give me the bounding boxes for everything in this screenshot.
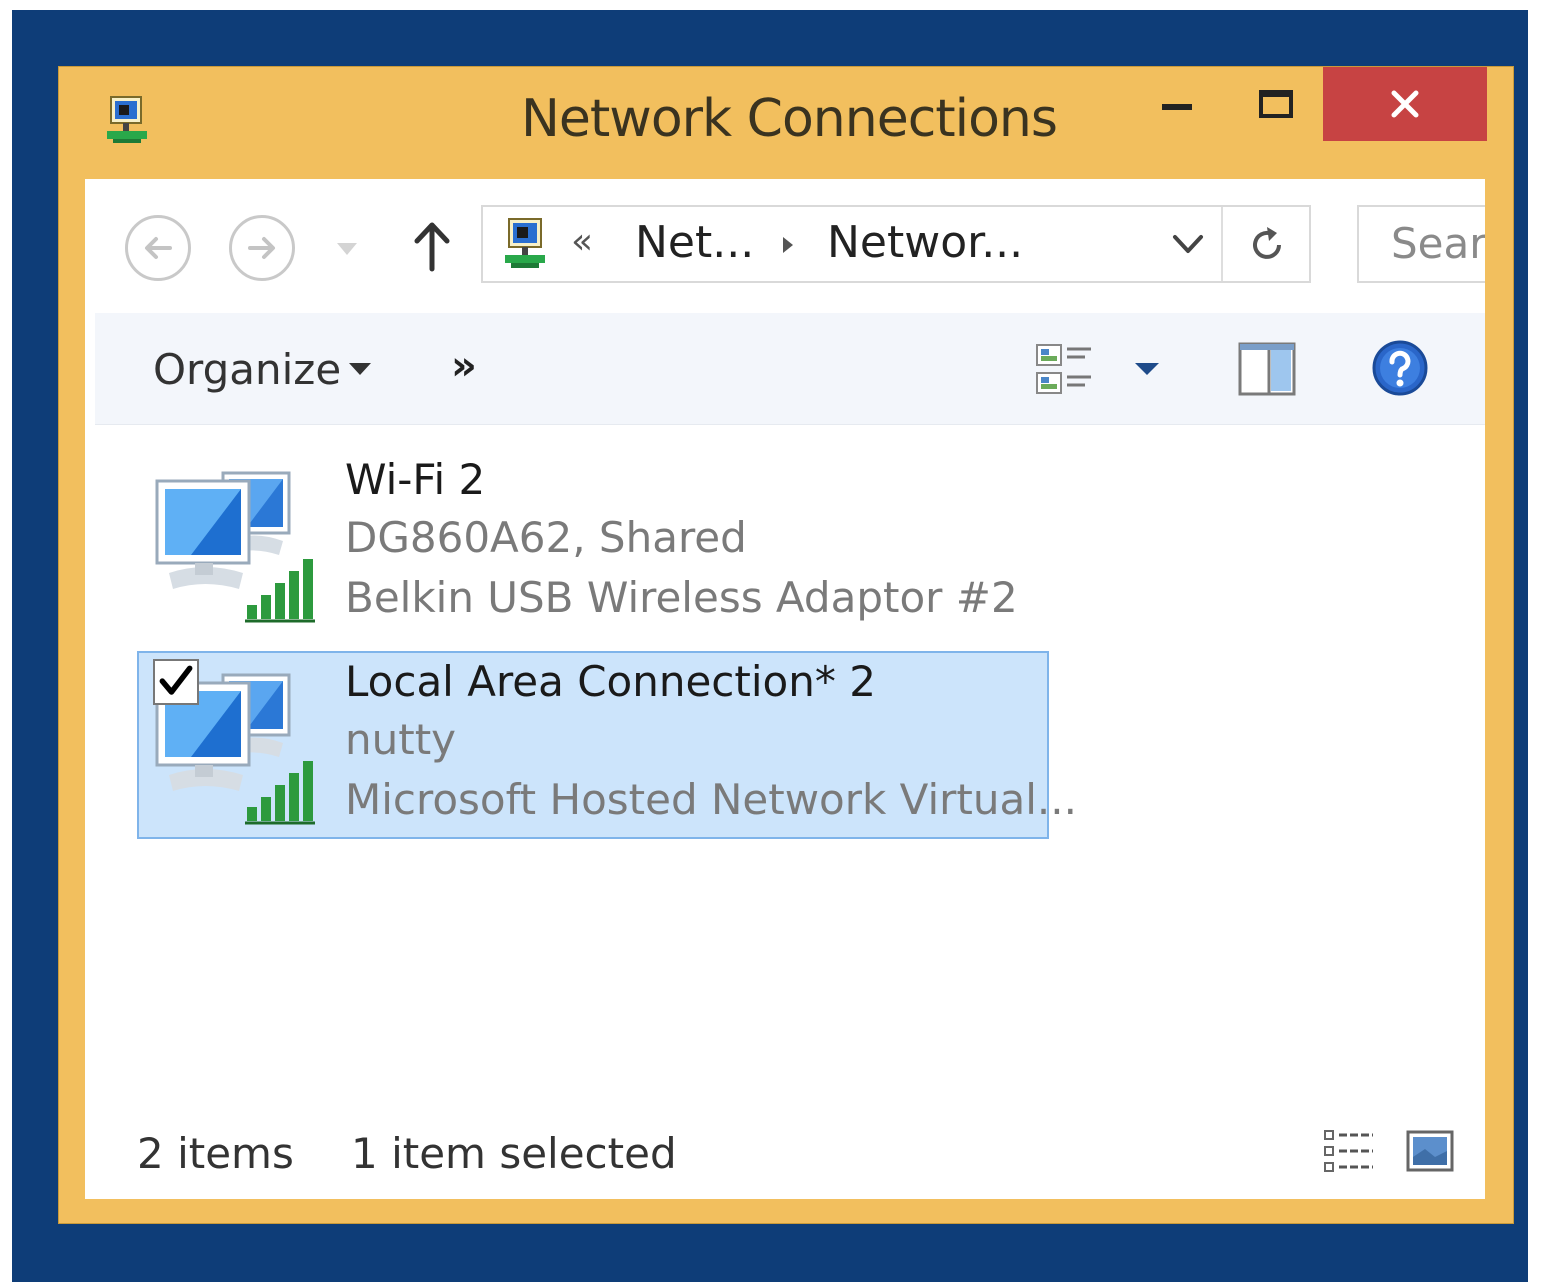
close-button[interactable] (1323, 67, 1487, 141)
connection-item-local-area-connection-2[interactable]: Local Area Connection* 2 nutty Microsoft… (137, 651, 1077, 839)
change-view-icon[interactable] (1035, 341, 1097, 399)
selection-checkbox[interactable] (153, 659, 199, 705)
up-arrow-icon[interactable] (411, 219, 453, 273)
address-bar[interactable]: « Net... Networ... (481, 205, 1311, 283)
status-selection: 1 item selected (351, 1129, 677, 1178)
address-dropdown-chevron-icon[interactable] (1171, 231, 1205, 259)
connection-name: Wi-Fi 2 (345, 455, 486, 504)
back-button[interactable] (125, 215, 191, 281)
preview-pane-icon[interactable] (1237, 339, 1297, 399)
recent-locations-dropdown-icon[interactable] (335, 239, 359, 259)
minimize-icon (1162, 104, 1192, 110)
back-arrow-icon (145, 237, 172, 259)
organize-caret-icon[interactable] (347, 361, 373, 377)
breadcrumb-network-connections[interactable]: Networ... (827, 217, 1023, 268)
forward-arrow-icon (248, 237, 275, 259)
command-bar: Organize » (95, 313, 1485, 425)
more-commands-button[interactable]: » (451, 343, 477, 389)
breadcrumb-separator-icon[interactable] (781, 235, 795, 255)
connection-device: Microsoft Hosted Network Virtual... (345, 775, 1077, 824)
connection-item-wifi-2[interactable]: Wi-Fi 2 DG860A62, Shared Belkin USB Wire… (137, 449, 1049, 637)
maximize-icon (1259, 90, 1293, 118)
details-view-icon[interactable] (1321, 1127, 1377, 1175)
maximize-button[interactable] (1239, 67, 1313, 141)
change-view-caret-icon[interactable] (1133, 361, 1161, 377)
organize-menu-button[interactable]: Organize (153, 345, 341, 394)
network-wifi-icon (155, 471, 315, 623)
network-connections-location-icon (505, 218, 545, 268)
connection-device: Belkin USB Wireless Adaptor #2 (345, 573, 1018, 622)
connection-status: nutty (345, 715, 457, 764)
large-icons-view-icon[interactable] (1405, 1129, 1455, 1173)
minimize-button[interactable] (1141, 67, 1213, 141)
connection-status: DG860A62, Shared (345, 513, 747, 562)
forward-button[interactable] (229, 215, 295, 281)
address-divider (1221, 207, 1223, 281)
window-title: Network Connections (521, 89, 1058, 149)
connection-name: Local Area Connection* 2 (345, 657, 876, 706)
network-connections-window: Network Connections « Net... Networ... S… (58, 66, 1514, 1224)
address-overflow-chevron[interactable]: « (571, 221, 593, 262)
search-placeholder[interactable]: Searc (1391, 219, 1485, 268)
explorer-client-area: « Net... Networ... Searc Organize » (85, 179, 1485, 1199)
status-item-count: 2 items (137, 1129, 294, 1178)
help-icon[interactable] (1371, 339, 1429, 397)
search-box[interactable]: Searc (1357, 205, 1485, 283)
breadcrumb-network-and-internet[interactable]: Net... (635, 217, 754, 268)
refresh-icon[interactable] (1243, 221, 1291, 269)
network-connections-app-icon[interactable] (99, 93, 155, 149)
close-icon (1391, 90, 1419, 118)
